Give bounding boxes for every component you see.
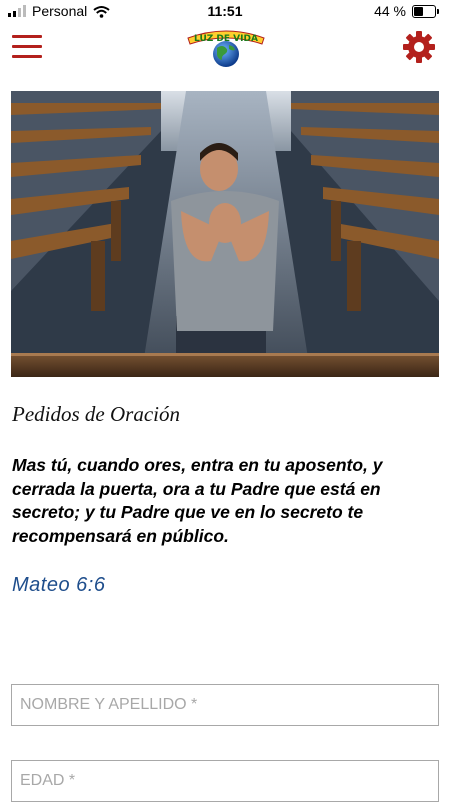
status-bar-right: 44 % <box>374 3 439 19</box>
app-header: LUZ DE VIDA <box>0 24 450 74</box>
name-field[interactable] <box>11 684 439 726</box>
battery-icon <box>412 4 439 18</box>
battery-level-fill <box>414 6 423 16</box>
battery-percent: 44 % <box>374 3 406 19</box>
gear-icon[interactable] <box>402 30 436 64</box>
svg-text:LUZ DE VIDA: LUZ DE VIDA <box>194 34 258 44</box>
luz-de-vida-logo: LUZ DE VIDA <box>187 30 265 67</box>
status-bar: Personal 11:51 44 % <box>0 0 450 24</box>
name-input[interactable] <box>12 685 438 725</box>
hero-image-praying-man <box>11 91 439 377</box>
bible-verse-text: Mas tú, cuando ores, entra en tu aposent… <box>12 455 383 546</box>
age-field[interactable] <box>11 760 439 802</box>
age-input[interactable] <box>12 761 438 801</box>
hamburger-menu-icon[interactable] <box>12 35 42 59</box>
page-title: Pedidos de Oración <box>12 402 180 426</box>
verse-reference: Mateo 6:6 <box>12 574 106 596</box>
